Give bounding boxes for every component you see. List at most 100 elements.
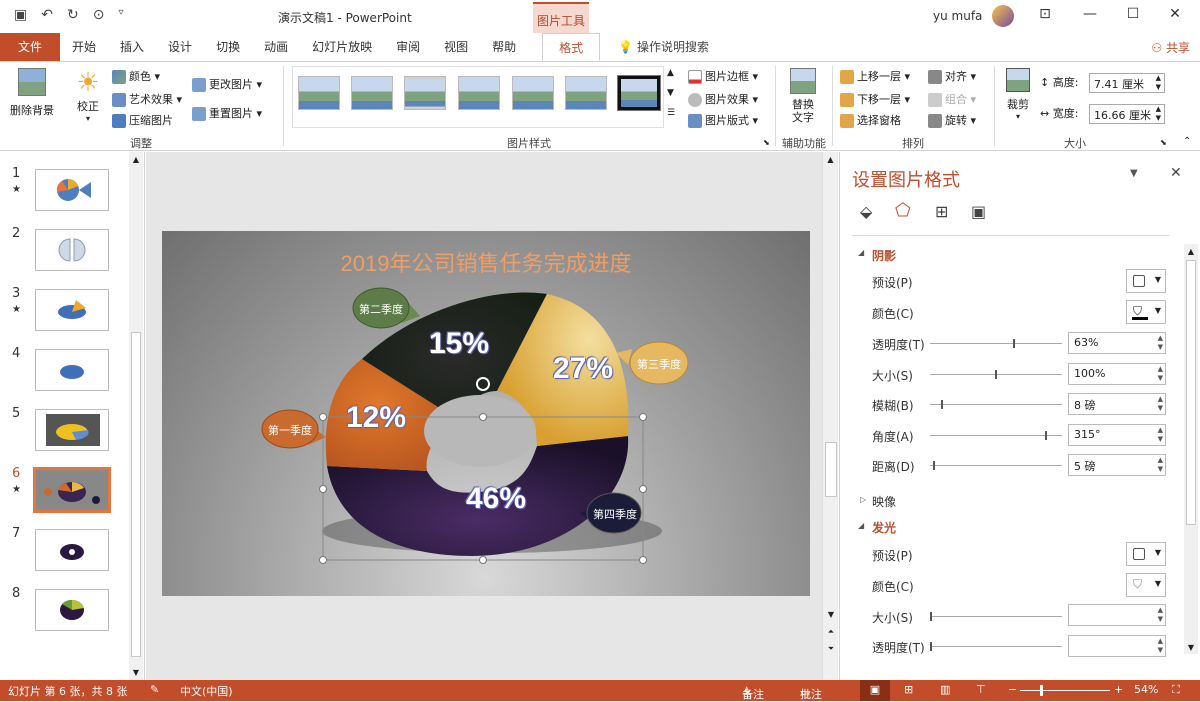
- spellcheck-icon[interactable]: ✎: [150, 683, 159, 696]
- reflection-section-header[interactable]: 映像: [872, 493, 896, 510]
- shadow-preset-dropdown[interactable]: ▼: [1126, 269, 1166, 293]
- glow-preset-dropdown[interactable]: ▼: [1126, 542, 1166, 566]
- ribbon-display-options-icon[interactable]: ⊡: [1030, 6, 1060, 22]
- fit-slide-icon[interactable]: ⛶: [1172, 683, 1180, 697]
- slide-thumbnail-1[interactable]: [35, 169, 109, 211]
- tab-review[interactable]: 审阅: [384, 33, 432, 61]
- resize-handle[interactable]: [319, 413, 327, 421]
- picture-style-5[interactable]: [512, 76, 554, 110]
- glow-size-input[interactable]: ▲ ▼: [1068, 604, 1166, 626]
- close-icon[interactable]: ✕: [1160, 6, 1190, 22]
- gallery-more[interactable]: ☰: [667, 108, 675, 118]
- picture-style-4[interactable]: [458, 76, 500, 110]
- tab-insert[interactable]: 插入: [108, 33, 156, 61]
- angle-slider[interactable]: [930, 431, 1062, 440]
- previous-slide-icon[interactable]: ⏶: [823, 627, 839, 637]
- language-status[interactable]: 中文(中国): [180, 683, 233, 699]
- scroll-down-arrow[interactable]: ▼: [1184, 643, 1198, 652]
- user-name[interactable]: yu mufa: [933, 9, 982, 23]
- slideshow-view-icon[interactable]: ⊤: [976, 683, 986, 696]
- resize-handle[interactable]: [479, 413, 487, 421]
- reading-view-icon[interactable]: ▥: [940, 683, 950, 696]
- compress-pictures-button[interactable]: 压缩图片: [112, 112, 173, 128]
- selection-pane-button[interactable]: 选择窗格: [840, 112, 901, 128]
- shadow-section-header[interactable]: 阴影: [872, 247, 896, 264]
- dialog-launcher-icon[interactable]: ⬊: [763, 138, 770, 147]
- height-input[interactable]: 7.41 厘米 ▲ ▼: [1089, 73, 1165, 93]
- picture-layout-button[interactable]: 图片版式 ▾: [688, 112, 758, 128]
- thumbnail-scrollbar[interactable]: ▲ ▼: [129, 152, 143, 680]
- glow-transparency-slider[interactable]: [930, 642, 1062, 651]
- customize-qat-icon[interactable]: ▿: [118, 7, 123, 23]
- maximize-icon[interactable]: ☐: [1118, 6, 1148, 22]
- bring-forward-button[interactable]: 上移一层 ▾: [840, 68, 910, 84]
- editor-scrollbar[interactable]: ▲ ▼ ⏶ ⏷: [822, 152, 838, 680]
- next-slide-icon[interactable]: ⏷: [823, 644, 839, 654]
- slide-thumbnail-8[interactable]: [35, 589, 109, 631]
- tab-file[interactable]: 文件: [0, 33, 61, 61]
- resize-handle[interactable]: [639, 556, 647, 564]
- normal-view-icon[interactable]: ▣: [860, 680, 890, 701]
- picture-style-6[interactable]: [565, 76, 607, 110]
- scroll-thumb[interactable]: [131, 332, 141, 657]
- resize-handle[interactable]: [479, 556, 487, 564]
- width-input[interactable]: 16.66 厘米 ▲ ▼: [1089, 104, 1165, 124]
- tab-animations[interactable]: 动画: [252, 33, 300, 61]
- crop-button[interactable]: 裁剪 ▾: [1000, 68, 1036, 121]
- picture-icon[interactable]: ▣: [971, 202, 986, 221]
- resize-handle[interactable]: [639, 485, 647, 493]
- transparency-input[interactable]: 63% ▲ ▼: [1068, 332, 1166, 354]
- zoom-level[interactable]: 54%: [1134, 683, 1158, 696]
- slide-count-status[interactable]: 幻灯片 第 6 张，共 8 张: [8, 683, 127, 699]
- collapse-triangle-icon[interactable]: ◢: [858, 521, 864, 530]
- angle-input[interactable]: 315° ▲ ▼: [1068, 424, 1166, 446]
- scroll-up-arrow[interactable]: ▲: [823, 155, 838, 164]
- tab-view[interactable]: 视图: [432, 33, 480, 61]
- send-backward-button[interactable]: 下移一层 ▾: [840, 91, 910, 107]
- effects-icon[interactable]: ⬠: [895, 200, 911, 221]
- align-button[interactable]: 对齐 ▾: [928, 68, 976, 84]
- shadow-color-dropdown[interactable]: ⛉ ▼: [1126, 300, 1166, 324]
- tab-help[interactable]: 帮助: [480, 33, 528, 61]
- size-input[interactable]: 100% ▲ ▼: [1068, 363, 1166, 385]
- glow-color-dropdown[interactable]: ⛉ ▼: [1126, 573, 1166, 597]
- resize-handle[interactable]: [639, 413, 647, 421]
- scroll-up-arrow[interactable]: ▲: [1184, 247, 1198, 256]
- avatar[interactable]: [992, 5, 1014, 27]
- scroll-up-arrow[interactable]: ▲: [129, 155, 143, 164]
- picture-style-1[interactable]: [298, 76, 340, 110]
- slide-thumbnail-6[interactable]: [33, 467, 111, 513]
- zoom-out-icon[interactable]: −: [1008, 683, 1017, 696]
- size-slider[interactable]: [930, 370, 1062, 379]
- slide-thumbnail-2[interactable]: [35, 229, 109, 271]
- change-picture-button[interactable]: 更改图片 ▾: [192, 76, 262, 92]
- minimize-icon[interactable]: —: [1075, 6, 1105, 22]
- picture-style-7[interactable]: [617, 75, 661, 111]
- zoom-slider-thumb[interactable]: [1040, 685, 1043, 696]
- save-icon[interactable]: ▣: [14, 7, 27, 23]
- reset-picture-button[interactable]: 重置图片 ▾: [192, 105, 262, 121]
- scroll-thumb[interactable]: [825, 442, 837, 497]
- slide-thumbnail-3[interactable]: [35, 289, 109, 331]
- glow-transparency-input[interactable]: ▲ ▼: [1068, 635, 1166, 657]
- artistic-effects-button[interactable]: 艺术效果 ▾: [112, 91, 182, 107]
- picture-style-3[interactable]: [404, 76, 446, 110]
- picture-style-2[interactable]: [351, 76, 393, 110]
- slide-thumbnail-4[interactable]: [35, 349, 109, 391]
- tab-design[interactable]: 设计: [156, 33, 204, 61]
- blur-input[interactable]: 8 磅 ▲ ▼: [1068, 393, 1166, 415]
- distance-slider[interactable]: [930, 461, 1062, 470]
- alt-text-button[interactable]: 替换文字: [782, 68, 824, 124]
- tab-format[interactable]: 格式: [542, 33, 601, 61]
- corrections-button[interactable]: ☀ 校正 ▾: [66, 68, 110, 123]
- format-pane-scrollbar[interactable]: ▲ ▼: [1184, 244, 1198, 654]
- color-button[interactable]: 颜色 ▾: [112, 68, 160, 84]
- slide-sorter-view-icon[interactable]: ⊞: [904, 683, 913, 696]
- zoom-slider[interactable]: [1020, 690, 1110, 691]
- slide-thumbnail-5[interactable]: [35, 409, 109, 451]
- scroll-down-arrow[interactable]: ▼: [129, 668, 143, 677]
- gallery-scroll-up[interactable]: ▲: [667, 68, 674, 78]
- gallery-scroll-down[interactable]: ▼: [667, 88, 674, 98]
- rotate-button[interactable]: 旋转 ▾: [928, 112, 976, 128]
- redo-icon[interactable]: ↻: [67, 7, 79, 23]
